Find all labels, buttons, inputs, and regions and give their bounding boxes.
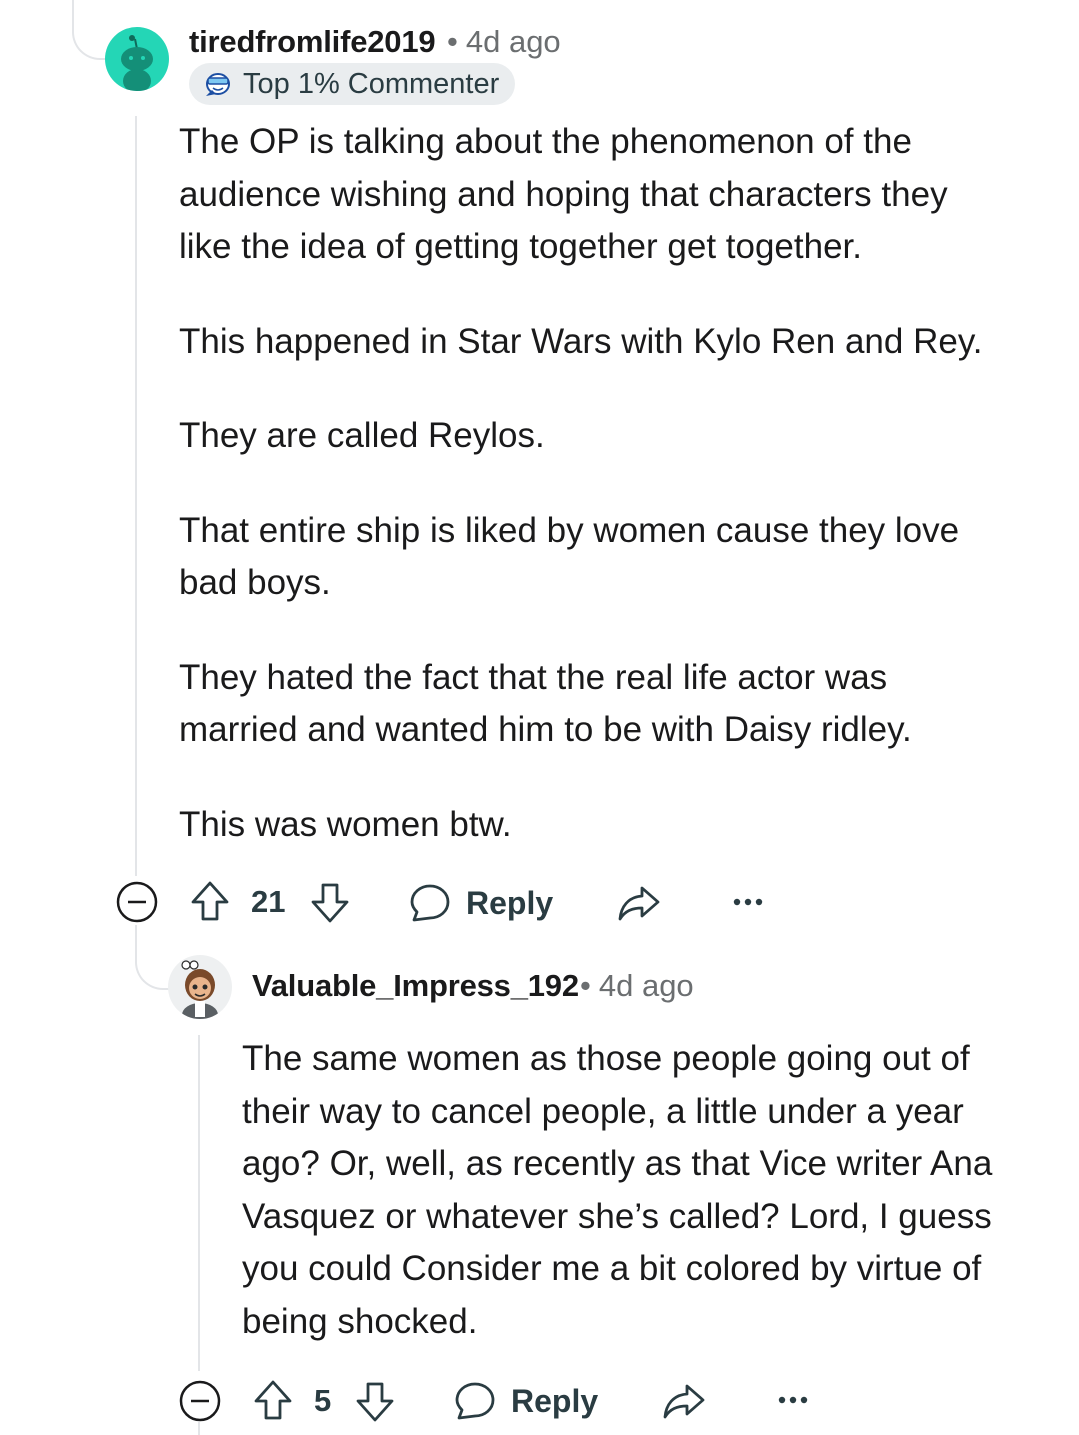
reply-label: Reply — [466, 884, 554, 921]
share-button[interactable] — [661, 1380, 707, 1422]
comment-meta: • 4d ago — [439, 24, 561, 60]
downvote-button[interactable] — [354, 1379, 396, 1425]
comment-paragraph: The same women as those people going out… — [242, 1039, 993, 1341]
user-flair[interactable]: Top 1% Commenter — [189, 63, 516, 105]
more-options-icon — [733, 898, 763, 906]
comment-age: 4d ago — [465, 24, 561, 59]
more-options-button[interactable] — [775, 1388, 811, 1412]
share-icon — [618, 886, 660, 921]
reply-icon — [455, 1382, 495, 1420]
upvote-button[interactable] — [252, 1377, 294, 1423]
comment-2-thread-line[interactable] — [198, 1035, 200, 1371]
vote-count: 5 — [314, 1383, 332, 1418]
reply-button[interactable]: Reply — [408, 880, 558, 926]
more-options-button[interactable] — [730, 890, 766, 914]
collapse-button[interactable] — [115, 880, 159, 924]
comment-age: 4d ago — [598, 968, 694, 1003]
reply-icon — [410, 884, 450, 922]
separator-dot: • — [447, 24, 458, 59]
collapse-icon — [179, 1380, 221, 1422]
comment-paragraph: That entire ship is liked by women cause… — [179, 510, 960, 603]
comment-author[interactable]: tiredfromlife2019 — [189, 24, 436, 60]
reply-button[interactable]: Reply — [453, 1378, 603, 1424]
flair-label: Top 1% Commenter — [243, 67, 500, 100]
snoo-avatar-icon — [121, 35, 153, 91]
comment-paragraph: This happened in Star Wars with Kylo Ren… — [179, 321, 983, 361]
comment-paragraph: This was women btw. — [179, 804, 512, 844]
downvote-icon — [356, 1382, 394, 1422]
vote-count: 21 — [251, 884, 286, 919]
share-icon — [663, 1384, 705, 1419]
downvote-button[interactable] — [309, 880, 351, 926]
share-button[interactable] — [616, 882, 662, 924]
upvote-icon — [254, 1380, 292, 1420]
comment-paragraph: The OP is talking about the phenomenon o… — [179, 122, 948, 266]
collapse-button[interactable] — [178, 1379, 222, 1423]
comment-paragraph: They are called Reylos. — [179, 416, 545, 455]
parent-thread-curve — [72, 0, 108, 60]
more-options-icon — [778, 1396, 808, 1404]
reply-label: Reply — [511, 1382, 599, 1419]
comment-1-thread-line[interactable] — [135, 116, 137, 876]
comment-paragraph: They hated the fact that the real life a… — [179, 657, 912, 750]
comment-body: The OP is talking about the phenomenon o… — [179, 116, 1009, 893]
avatar[interactable] — [105, 27, 169, 91]
reply-thread-curve — [135, 950, 171, 990]
comment-2-thread-line-lower — [198, 1422, 200, 1435]
avatar[interactable] — [168, 955, 232, 1019]
upvote-button[interactable] — [189, 878, 231, 924]
comment-body: The same women as those people going out… — [242, 1033, 1032, 1390]
comment-meta: • 4d ago — [572, 968, 694, 1004]
collapse-icon — [116, 881, 158, 923]
downvote-icon — [311, 883, 349, 923]
custom-avatar-icon — [181, 960, 218, 1019]
separator-dot: • — [580, 968, 591, 1003]
comment-author[interactable]: Valuable_Impress_192 — [252, 968, 579, 1004]
commenter-badge-icon — [206, 73, 230, 96]
upvote-icon — [191, 881, 229, 921]
